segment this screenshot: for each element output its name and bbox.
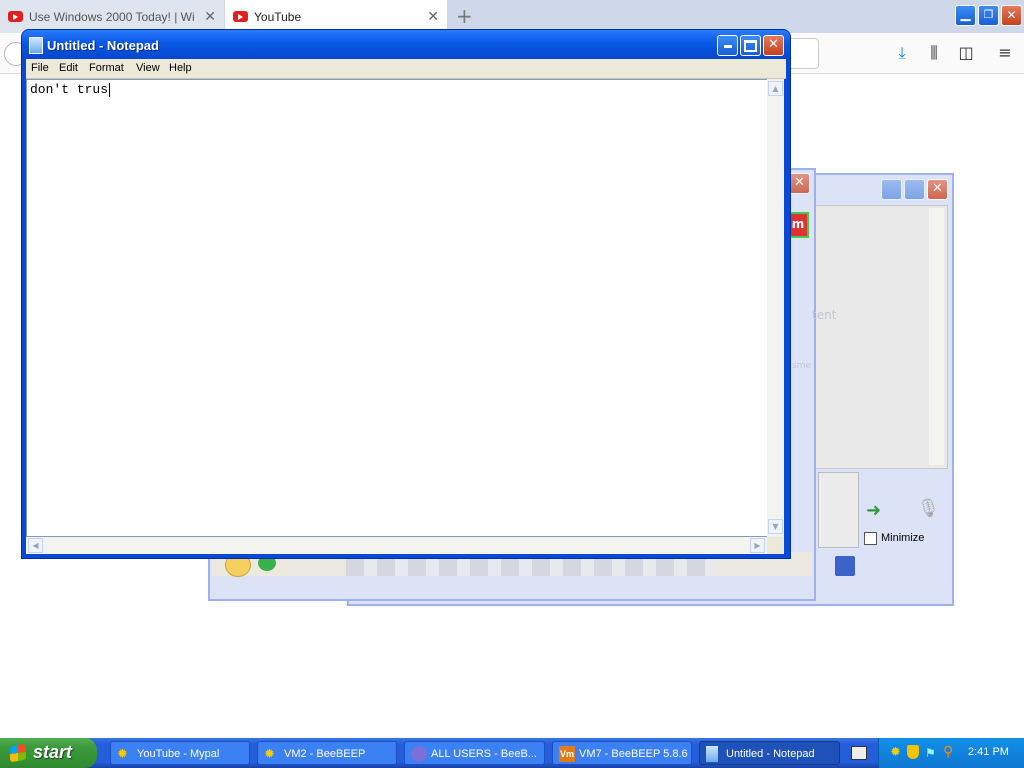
beebeep2-close-button[interactable]: ✕ xyxy=(789,173,810,194)
notepad-title: Untitled - Notepad xyxy=(47,38,159,53)
security-shield-icon[interactable] xyxy=(907,745,919,759)
browser-restore-button[interactable]: ❐ xyxy=(978,5,999,26)
user-badge[interactable]: m xyxy=(787,212,809,238)
youtube-icon xyxy=(233,11,248,22)
task-label: YouTube - Mypal xyxy=(137,748,220,760)
task-label: VM7 - BeeBEEP 5.8.6 xyxy=(579,748,688,760)
scroll-left-icon[interactable]: ◀ xyxy=(28,538,43,553)
start-button[interactable]: start xyxy=(0,738,97,768)
network-icon xyxy=(411,746,427,762)
library-icon[interactable]: ⫼ xyxy=(924,43,944,63)
notepad-minimize-button[interactable] xyxy=(717,35,738,56)
network-tray-icon[interactable]: ⚑ xyxy=(925,746,936,760)
tab-title: YouTube xyxy=(254,9,302,24)
close-tab-icon[interactable]: ✕ xyxy=(204,8,216,25)
beebeep-close-button[interactable]: ✕ xyxy=(927,179,948,200)
save-icon[interactable] xyxy=(835,556,855,576)
beebeep-tray-icon[interactable]: ✹ xyxy=(890,745,901,760)
browser-minimize-button[interactable]: ▁ xyxy=(955,5,976,26)
task-youtube-mypal[interactable]: ✹ YouTube - Mypal xyxy=(110,741,250,765)
notepad-text-area[interactable]: don't trus xyxy=(26,79,768,537)
notepad-close-button[interactable]: ✕ xyxy=(763,35,784,56)
text-cursor xyxy=(109,83,110,97)
keyboard-icon[interactable] xyxy=(851,746,867,760)
browser-tab-win2000[interactable]: Use Windows 2000 Today! | Win2 ✕ xyxy=(0,0,224,33)
task-label: VM2 - BeeBEEP xyxy=(284,748,366,760)
vm-icon: Vm xyxy=(559,746,575,762)
close-tab-icon[interactable]: ✕ xyxy=(427,8,439,25)
scroll-right-icon[interactable]: ▶ xyxy=(750,538,765,553)
notepad-maximize-button[interactable] xyxy=(740,35,761,56)
mypal-icon: ✹ xyxy=(117,746,128,761)
task-label: Untitled - Notepad xyxy=(726,748,815,760)
beebeep-minimize-button[interactable] xyxy=(881,179,902,200)
minimize-checkbox[interactable] xyxy=(864,532,877,545)
notepad-content: don't trus xyxy=(30,82,109,97)
windows-logo-icon xyxy=(10,743,26,763)
task-vm7-beebeep[interactable]: Vm VM7 - BeeBEEP 5.8.6 xyxy=(552,741,692,765)
download-icon[interactable]: ⤓ xyxy=(892,43,912,63)
beebeep-maximize-button[interactable] xyxy=(904,179,925,200)
youtube-icon xyxy=(8,11,23,22)
scroll-down-icon[interactable]: ▼ xyxy=(768,519,783,534)
browser-tab-youtube[interactable]: YouTube ✕ xyxy=(225,0,447,33)
vertical-scrollbar[interactable]: ▲ ▼ xyxy=(767,79,784,537)
menu-file[interactable]: File xyxy=(31,60,49,77)
minimize-label: Minimize xyxy=(881,532,925,544)
menu-format[interactable]: Format xyxy=(89,60,124,77)
new-tab-button[interactable]: + xyxy=(456,4,473,28)
menu-icon[interactable]: ≡ xyxy=(995,43,1015,63)
scroll-up-icon[interactable]: ▲ xyxy=(768,81,783,96)
beebeep-scrollbar[interactable] xyxy=(929,208,944,465)
menu-edit[interactable]: Edit xyxy=(59,60,78,77)
size-grip[interactable] xyxy=(767,537,784,554)
menu-help[interactable]: Help xyxy=(169,60,192,77)
menu-view[interactable]: View xyxy=(136,60,160,77)
search-tray-icon[interactable]: ⚲ xyxy=(943,744,953,760)
microphone-icon[interactable]: 🎙 xyxy=(917,498,940,524)
notepad-icon xyxy=(706,746,718,762)
task-label: ALL USERS - BeeB... xyxy=(431,748,537,760)
sidebar-icon[interactable]: ◫ xyxy=(956,43,976,63)
beebeep-icon: ✹ xyxy=(264,746,275,761)
start-label: start xyxy=(33,742,73,762)
faded-text: sme xyxy=(792,361,811,371)
task-vm2-beebeep[interactable]: ✹ VM2 - BeeBEEP xyxy=(257,741,397,765)
toolbar-icons[interactable] xyxy=(346,556,716,576)
message-input[interactable] xyxy=(818,472,859,548)
notepad-app-icon xyxy=(29,37,43,54)
tab-title: Use Windows 2000 Today! | Win2 xyxy=(29,9,194,24)
browser-close-button[interactable]: ✕ xyxy=(1001,5,1022,26)
horizontal-scrollbar[interactable]: ◀ ▶ xyxy=(26,537,767,554)
faded-text: tent xyxy=(812,308,837,322)
task-all-users-beebeep[interactable]: ALL USERS - BeeB... xyxy=(404,741,545,765)
task-untitled-notepad[interactable]: Untitled - Notepad xyxy=(699,741,840,765)
clock: 2:41 PM xyxy=(968,746,1009,758)
url-bar-end[interactable] xyxy=(790,38,819,69)
send-icon[interactable]: ➜ xyxy=(866,500,898,522)
